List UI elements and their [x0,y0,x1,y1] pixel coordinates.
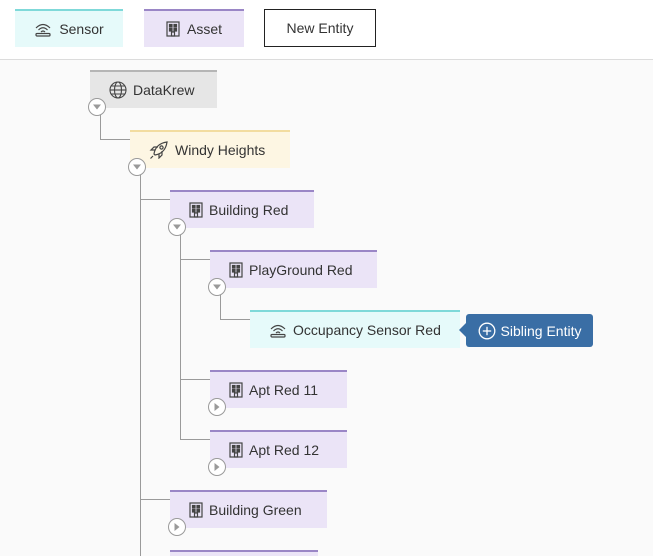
expand-toggle-apt-red-12[interactable] [208,458,226,476]
plus-circle-icon [478,322,495,339]
tree-connector [180,235,181,440]
caret-right-icon [174,523,180,531]
building-icon [229,382,243,398]
tree-connector [180,439,210,440]
new-entity-label: New Entity [286,20,354,36]
sensor-icon [270,324,286,338]
legend-sensor-label: Sensor [59,21,104,37]
sibling-entity-label: Sibling Entity [500,322,582,339]
entity-legend-bar: Sensor Asset New Entity [0,0,653,60]
node-label: Building Green [209,502,302,518]
tree-node-apt-red-12[interactable]: Apt Red 12 [210,430,347,468]
expand-toggle-building-green[interactable] [168,518,186,536]
tree-node-occupancy-sensor-red[interactable]: Occupancy Sensor Red [250,310,460,348]
globe-icon [109,81,127,99]
caret-down-icon [213,284,221,290]
collapse-toggle-datakrew[interactable] [88,98,106,116]
expand-toggle-apt-red-11[interactable] [208,398,226,416]
tree-node-windy-heights[interactable]: Windy Heights [130,130,290,168]
building-icon [166,21,180,37]
caret-down-icon [133,164,141,170]
caret-right-icon [214,403,220,411]
node-label: DataKrew [133,82,195,98]
tree-node-playground-red[interactable]: PlayGround Red [210,250,377,288]
tree-connector [220,295,221,320]
legend-asset: Asset [144,9,244,47]
tree-node-building-red[interactable]: Building Red [170,190,314,228]
tree-connector [140,499,170,500]
building-icon [189,202,203,218]
node-label: Apt Red 11 [249,382,319,398]
node-label: Occupancy Sensor Red [293,322,441,338]
sensor-icon [35,23,51,37]
caret-down-icon [93,104,101,110]
caret-down-icon [173,224,181,230]
tree-connector [100,139,130,140]
node-label: Apt Red 12 [249,442,320,458]
building-icon [189,502,203,518]
tree-connector [180,259,210,260]
collapse-toggle-windy-heights[interactable] [128,158,146,176]
new-entity-button[interactable]: New Entity [264,9,376,47]
legend-sensor: Sensor [15,9,123,47]
collapse-toggle-playground-red[interactable] [208,278,226,296]
building-icon [229,262,243,278]
node-label: PlayGround Red [249,262,353,278]
tree-connector [100,115,101,140]
tree-connector [180,379,210,380]
tree-node-building-green[interactable]: Building Green [170,490,327,528]
tooltip-arrow [459,323,466,337]
node-label: Windy Heights [175,142,266,158]
tree-connector [140,199,170,200]
rocket-icon [149,141,168,159]
caret-right-icon [214,463,220,471]
tree-connector [220,319,250,320]
add-sibling-entity-button[interactable]: Sibling Entity [466,314,593,347]
collapse-toggle-building-red[interactable] [168,218,186,236]
tree-node-datakrew[interactable]: DataKrew [90,70,217,108]
node-label: Building Red [209,202,289,218]
legend-asset-label: Asset [186,21,222,37]
tree-node-partial[interactable] [170,550,318,556]
tree-node-apt-red-11[interactable]: Apt Red 11 [210,370,347,408]
building-icon [229,442,243,458]
